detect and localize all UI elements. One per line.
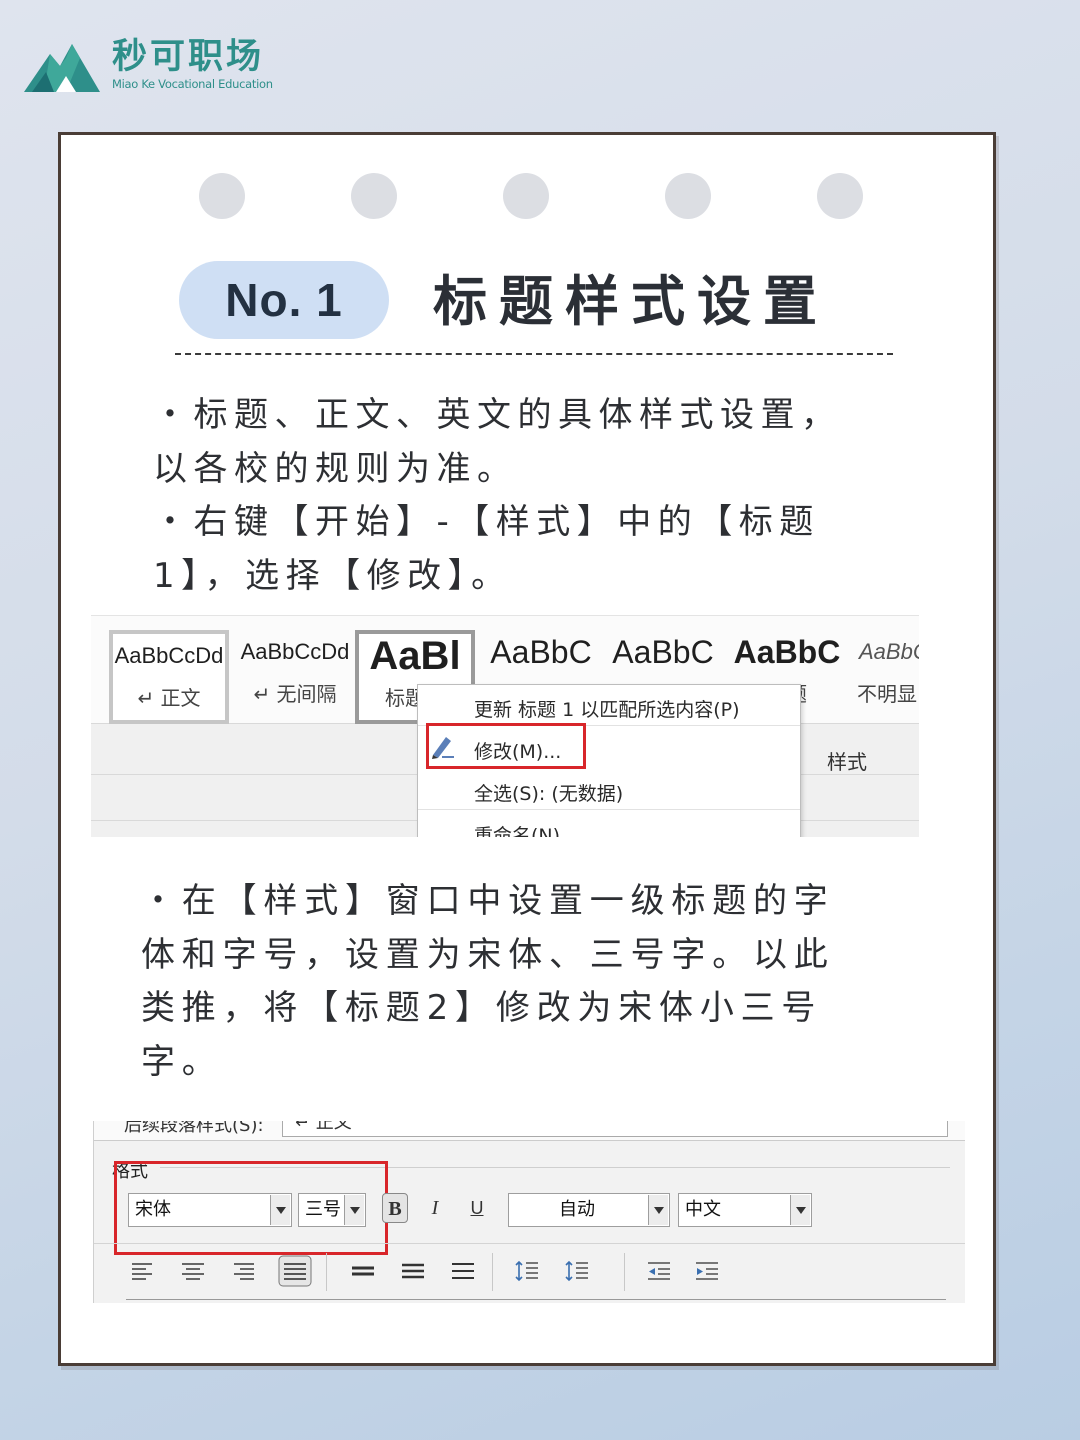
style-sample: AaBbC xyxy=(733,634,841,670)
chevron-down-icon[interactable] xyxy=(648,1195,668,1225)
text-line: 1】，选择【修改】。 xyxy=(153,555,512,596)
text-line: 以各校的规则为准。 xyxy=(153,448,518,489)
menu-item-rename[interactable]: 重命名(N)... xyxy=(474,821,578,837)
space-after-icon[interactable] xyxy=(564,1259,590,1283)
brand-name-en: Miao Ke Vocational Education xyxy=(112,77,273,91)
highlight-box xyxy=(426,723,586,769)
style-sample: AaBbC xyxy=(612,634,714,670)
binder-hole xyxy=(665,173,711,219)
format-dialog-screenshot: 后续段落样式(S): ↵ 正文 格式 宋体 三号 B I U 自动 中文 xyxy=(93,1121,965,1303)
binder-holes xyxy=(61,173,993,223)
brand-logo: 秒可职场 Miao Ke Vocational Education xyxy=(20,30,273,98)
chevron-down-icon[interactable] xyxy=(790,1195,810,1225)
brand-name: 秒可职场 xyxy=(112,37,265,77)
section-number-badge: No. 1 xyxy=(179,261,389,339)
language-select[interactable]: 中文 xyxy=(678,1193,812,1227)
style-no-spacing[interactable]: AaBbCcDd ↵ 无间隔 xyxy=(235,630,355,724)
space-before-icon[interactable] xyxy=(514,1259,540,1283)
note-card: No. 1 标题样式设置 ・标题、正文、英文的具体样式设置， 以各校的规则为准。… xyxy=(58,132,996,1366)
align-right-icon[interactable] xyxy=(230,1259,256,1283)
style-sample: AaBbCcDd xyxy=(240,639,350,664)
style-sample: AaBbC xyxy=(859,639,919,664)
style-normal[interactable]: AaBbCcDd ↵ 正文 xyxy=(109,630,229,724)
highlight-box xyxy=(114,1161,388,1255)
preview-border xyxy=(126,1299,946,1300)
align-left-icon[interactable] xyxy=(130,1259,156,1283)
binder-hole xyxy=(817,173,863,219)
instruction-paragraph-1: ・标题、正文、英文的具体样式设置， 以各校的规则为准。 ・右键【开始】-【样式】… xyxy=(153,389,893,603)
styles-group-label: 样式 xyxy=(827,750,867,774)
decrease-indent-icon[interactable] xyxy=(646,1259,672,1283)
dashed-divider xyxy=(175,353,893,355)
following-style-select[interactable]: ↵ 正文 xyxy=(282,1121,948,1137)
font-color-select[interactable]: 自动 xyxy=(508,1193,670,1227)
text-line: 体和字号，设置为宋体、三号字。以此 xyxy=(141,934,835,975)
text-line: ・右键【开始】-【样式】中的【标题 xyxy=(153,502,820,542)
mountain-logo-icon xyxy=(24,44,100,92)
style-name: ↵ 无间隔 xyxy=(253,682,337,706)
binder-hole xyxy=(503,173,549,219)
text-line: 类推，将【标题2】修改为宋体小三号 xyxy=(141,988,823,1028)
italic-button[interactable]: I xyxy=(422,1193,448,1223)
toolbar-separator xyxy=(492,1253,493,1291)
double-spacing-icon[interactable] xyxy=(450,1259,476,1283)
text-line: ・标题、正文、英文的具体样式设置， xyxy=(153,395,842,435)
language-value: 中文 xyxy=(685,1199,721,1220)
menu-item-select-all[interactable]: 全选(S): (无数据) xyxy=(474,779,623,806)
page-title: 标题样式设置 xyxy=(433,270,829,333)
style-sample: AaBl xyxy=(369,634,461,678)
menu-separator xyxy=(418,809,800,810)
justify-icon[interactable] xyxy=(278,1255,312,1287)
instruction-paragraph-2: ・在【样式】窗口中设置一级标题的字 体和字号，设置为宋体、三号字。以此 类推，将… xyxy=(141,875,881,1089)
following-style-row: 后续段落样式(S): ↵ 正文 xyxy=(94,1121,965,1141)
binder-hole xyxy=(199,173,245,219)
context-menu: 更新 标题 1 以匹配所选内容(P) 修改(M)... 全选(S): (无数据)… xyxy=(417,684,801,837)
style-sample: AaBbC xyxy=(490,634,592,670)
ribbon-screenshot: AaBbCcDd ↵ 正文 AaBbCcDd ↵ 无间隔 AaBl 标题 AaB… xyxy=(91,615,919,837)
menu-item-update[interactable]: 更新 标题 1 以匹配所选内容(P) xyxy=(474,695,740,722)
increase-indent-icon[interactable] xyxy=(694,1259,720,1283)
style-subtle[interactable]: AaBbC 不明显 xyxy=(849,630,919,724)
toolbar-separator xyxy=(326,1253,327,1291)
font-color-value: 自动 xyxy=(559,1199,595,1220)
style-name: ↵ 正文 xyxy=(137,686,201,710)
toolbar-separator xyxy=(624,1253,625,1291)
one-half-spacing-icon[interactable] xyxy=(400,1259,426,1283)
align-center-icon[interactable] xyxy=(180,1259,206,1283)
bold-button[interactable]: B xyxy=(382,1193,408,1223)
underline-button[interactable]: U xyxy=(464,1193,490,1223)
binder-hole xyxy=(351,173,397,219)
following-style-value: ↵ 正文 xyxy=(295,1121,352,1133)
single-spacing-icon[interactable] xyxy=(350,1259,376,1283)
text-line: ・在【样式】窗口中设置一级标题的字 xyxy=(141,881,835,921)
text-line: 字。 xyxy=(141,1041,223,1082)
row-divider xyxy=(94,1243,965,1244)
style-name: 不明显 xyxy=(857,682,917,706)
style-sample: AaBbCcDd xyxy=(114,643,224,668)
following-style-label: 后续段落样式(S): xyxy=(124,1121,264,1136)
